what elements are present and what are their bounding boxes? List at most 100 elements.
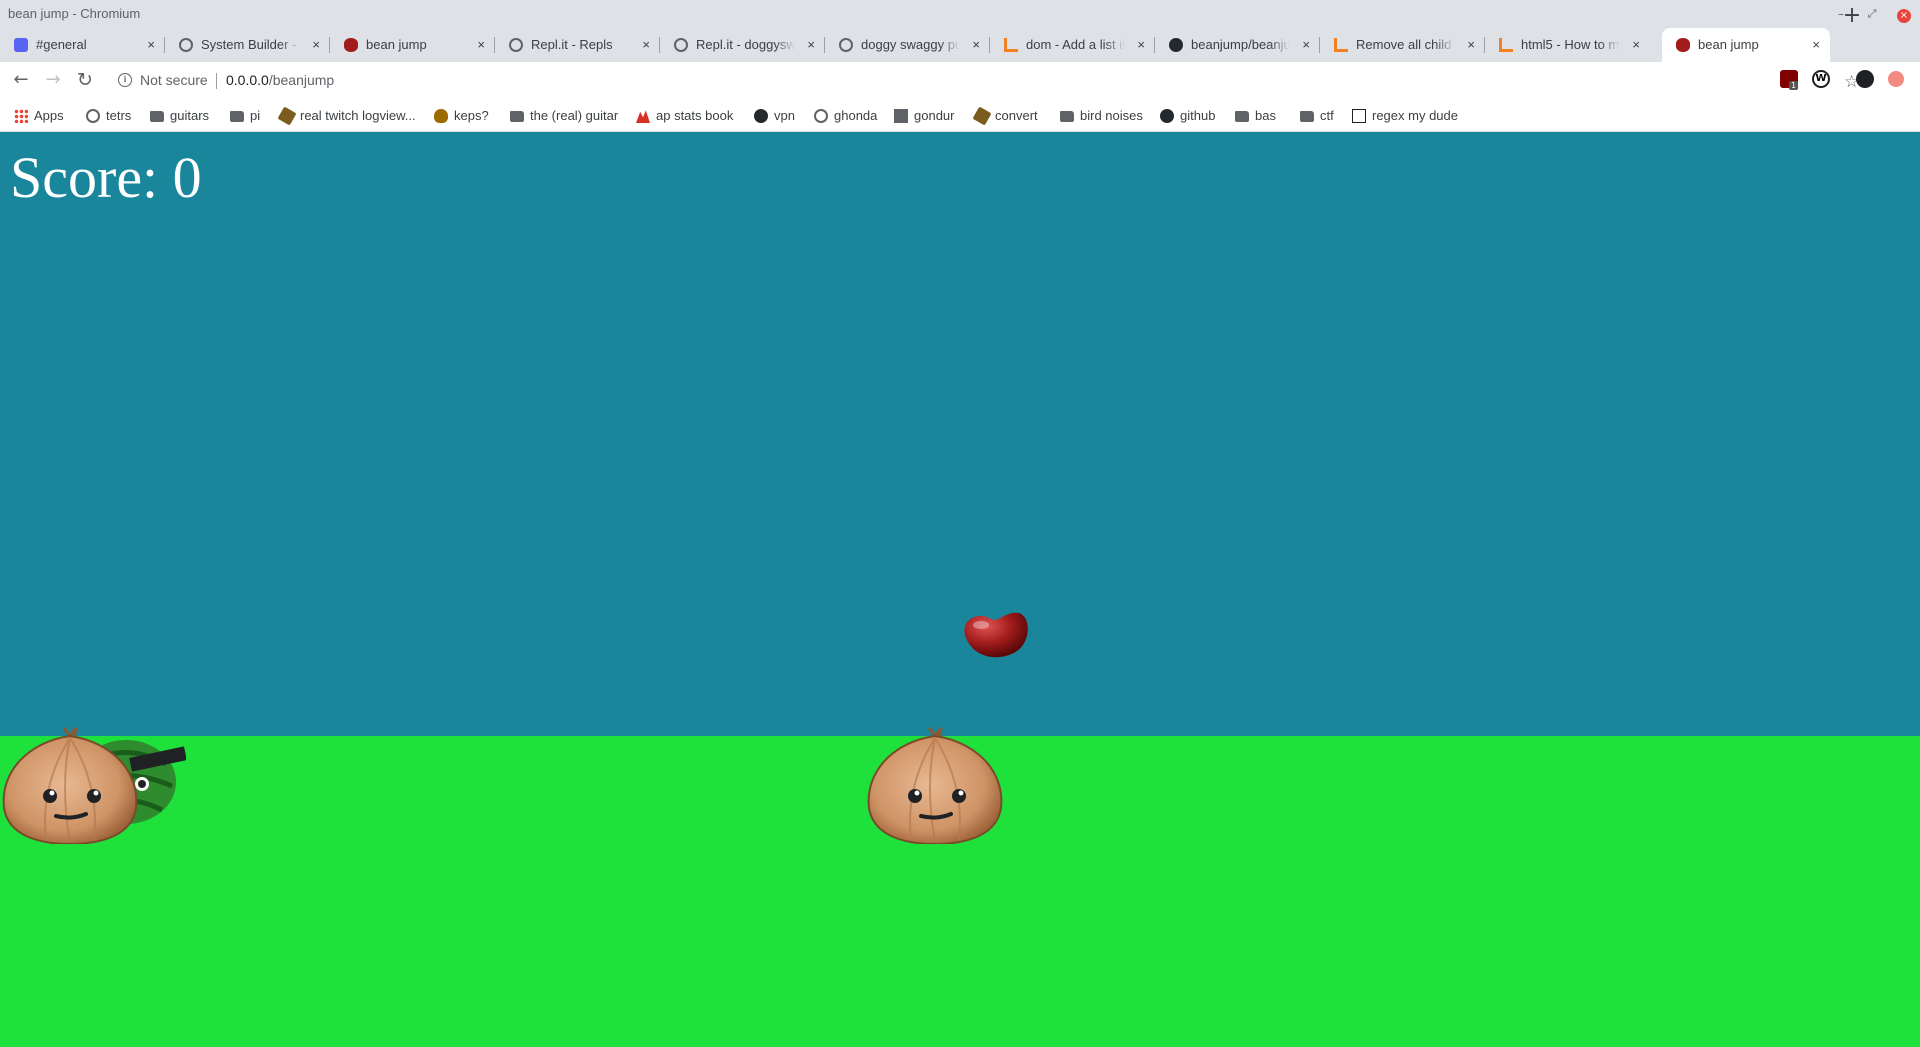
leaf-icon bbox=[277, 106, 297, 126]
tab-title: dom - Add a list it bbox=[1026, 37, 1125, 52]
folder-icon bbox=[1300, 111, 1314, 122]
browser-toolbar: ← → ↻ i Not secure 0.0.0.0/beanjump ☆ 1 … bbox=[0, 62, 1920, 98]
replit-icon bbox=[509, 38, 523, 52]
info-icon[interactable]: i bbox=[118, 73, 132, 87]
forward-button[interactable]: → bbox=[38, 65, 68, 95]
window-titlebar: bean jump - Chromium – ⤢ × bbox=[0, 0, 1920, 28]
close-icon: × bbox=[1897, 9, 1911, 23]
bookmark-item[interactable]: convert bbox=[972, 106, 1038, 126]
tab-close-icon[interactable]: × bbox=[972, 28, 980, 62]
tab-title: html5 - How to m bbox=[1521, 37, 1620, 52]
leaf-icon bbox=[972, 106, 992, 126]
tab-7[interactable]: beanjump/beanju × bbox=[1155, 28, 1320, 62]
box-icon bbox=[1352, 109, 1366, 123]
score-display: Score: 0 bbox=[10, 145, 202, 210]
tab-8[interactable]: Remove all child e × bbox=[1320, 28, 1485, 62]
new-tab-button[interactable]: + bbox=[1838, 0, 1866, 34]
tab-close-icon[interactable]: × bbox=[1632, 28, 1640, 62]
url-text[interactable]: 0.0.0.0/beanjump bbox=[226, 72, 334, 88]
tab-title: bean jump bbox=[366, 37, 427, 52]
folder-icon bbox=[1235, 111, 1249, 122]
dark-icon bbox=[894, 109, 908, 123]
bookmark-item[interactable]: tetrs bbox=[84, 107, 131, 125]
apps-icon bbox=[14, 109, 28, 123]
tab-3[interactable]: Repl.it - Repls × bbox=[495, 28, 660, 62]
github-icon bbox=[1169, 38, 1183, 52]
stackoverflow-icon bbox=[1334, 38, 1348, 52]
close-window-button[interactable]: × bbox=[1894, 4, 1914, 24]
bookmark-item[interactable]: bas bbox=[1233, 107, 1276, 125]
bookmark-item[interactable]: the (real) guitar bbox=[508, 107, 618, 125]
bulb-icon bbox=[434, 109, 448, 123]
extension-badge: 1 bbox=[1789, 81, 1799, 90]
bookmark-label: github bbox=[1180, 108, 1216, 123]
window-title: bean jump - Chromium bbox=[8, 6, 141, 21]
tab-1[interactable]: System Builder - F × bbox=[165, 28, 330, 62]
bookmark-item[interactable]: keps? bbox=[432, 107, 489, 125]
tab-title: doggy swaggy pu bbox=[861, 37, 960, 52]
bookmark-item[interactable]: ap stats book bbox=[634, 107, 733, 125]
tab-close-icon[interactable]: × bbox=[807, 28, 815, 62]
tab-4[interactable]: Repl.it - doggysw × bbox=[660, 28, 825, 62]
tab-6[interactable]: dom - Add a list it × bbox=[990, 28, 1155, 62]
bookmark-item[interactable]: regex my dude bbox=[1350, 107, 1458, 125]
tab-close-icon[interactable]: × bbox=[147, 28, 155, 62]
bookmark-item[interactable]: pi bbox=[228, 107, 260, 125]
bookmark-label: gondur bbox=[914, 108, 955, 123]
bookmark-label: real twitch logview... bbox=[300, 108, 416, 123]
bookmark-label: keps? bbox=[454, 108, 489, 123]
url-host: 0.0.0.0 bbox=[226, 72, 269, 88]
stackoverflow-icon bbox=[1004, 38, 1018, 52]
tab-title: Repl.it - doggysw bbox=[696, 37, 795, 52]
tab-2[interactable]: bean jump × bbox=[330, 28, 495, 62]
bookmark-item[interactable]: vpn bbox=[752, 107, 795, 125]
tab-close-icon[interactable]: × bbox=[477, 28, 485, 62]
tab-5[interactable]: doggy swaggy pu × bbox=[825, 28, 990, 62]
security-label[interactable]: Not secure bbox=[140, 72, 208, 88]
tab-9[interactable]: html5 - How to m × bbox=[1485, 28, 1650, 62]
url-divider bbox=[216, 73, 217, 89]
globe-icon bbox=[179, 38, 193, 52]
tab-close-icon[interactable]: × bbox=[1302, 28, 1310, 62]
bookmark-item[interactable]: ctf bbox=[1298, 107, 1334, 125]
onion-enemy bbox=[867, 727, 1003, 844]
tab-title: Repl.it - Repls bbox=[531, 37, 613, 52]
bookmark-label: tetrs bbox=[106, 108, 132, 123]
replit-icon bbox=[674, 38, 688, 52]
bookmark-label: vpn bbox=[774, 108, 795, 123]
globe-icon bbox=[86, 109, 100, 123]
back-button[interactable]: ← bbox=[6, 65, 36, 95]
tab-close-icon[interactable]: × bbox=[1467, 28, 1475, 62]
onion-enemy bbox=[2, 727, 138, 844]
folder-icon bbox=[230, 111, 244, 122]
profile-avatar[interactable] bbox=[1856, 70, 1874, 88]
bookmark-label: Apps bbox=[34, 108, 64, 123]
tab-10[interactable]: bean jump × bbox=[1662, 28, 1830, 62]
w-extension-icon[interactable]: W bbox=[1812, 70, 1830, 88]
address-bar[interactable]: i Not secure 0.0.0.0/beanjump ☆ bbox=[106, 66, 1859, 94]
bean-icon bbox=[344, 38, 358, 52]
reload-button[interactable]: ↻ bbox=[70, 65, 100, 95]
bookmark-item[interactable]: github bbox=[1158, 107, 1215, 125]
discord-icon bbox=[14, 38, 28, 52]
update-icon[interactable] bbox=[1888, 71, 1904, 87]
bookmark-item[interactable]: guitars bbox=[148, 107, 209, 125]
stats-icon bbox=[636, 110, 650, 123]
bookmark-item[interactable]: ghonda bbox=[812, 107, 877, 125]
bookmark-item[interactable]: real twitch logview... bbox=[277, 106, 416, 126]
globe-icon bbox=[814, 109, 828, 123]
bookmark-item[interactable]: bird noises bbox=[1058, 107, 1143, 125]
bookmark-label: guitars bbox=[170, 108, 210, 123]
tab-close-icon[interactable]: × bbox=[1812, 28, 1820, 62]
folder-icon bbox=[510, 111, 524, 122]
bookmark-item[interactable]: Apps bbox=[12, 107, 64, 125]
bookmark-label: the (real) guitar bbox=[530, 108, 619, 123]
tab-close-icon[interactable]: × bbox=[642, 28, 650, 62]
game-viewport[interactable]: Score: 0 bbox=[0, 132, 1920, 1047]
bookmark-label: convert bbox=[995, 108, 1038, 123]
bookmark-item[interactable]: gondur bbox=[892, 107, 954, 125]
globe-icon bbox=[839, 38, 853, 52]
tab-close-icon[interactable]: × bbox=[1137, 28, 1145, 62]
tab-close-icon[interactable]: × bbox=[312, 28, 320, 62]
tab-0[interactable]: #general × bbox=[0, 28, 165, 62]
